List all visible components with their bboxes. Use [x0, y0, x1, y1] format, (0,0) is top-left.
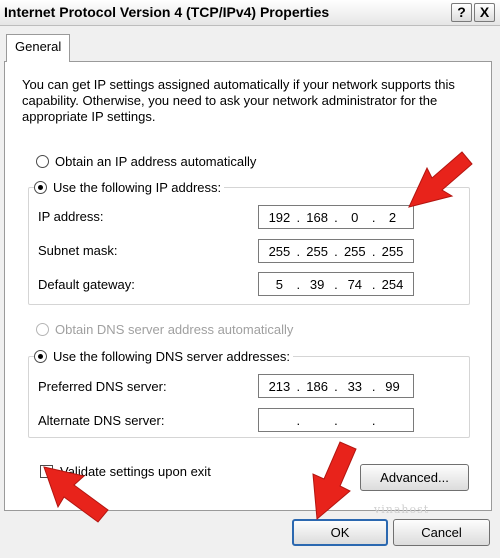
- window-title: Internet Protocol Version 4 (TCP/IPv4) P…: [4, 4, 330, 20]
- radio-row-ip-manual[interactable]: Use the following IP address:: [34, 180, 225, 195]
- ok-button[interactable]: OK: [292, 519, 388, 546]
- radio-ip-manual[interactable]: [34, 181, 47, 194]
- radio-row-ip-auto[interactable]: Obtain an IP address automatically: [36, 154, 256, 169]
- advanced-button[interactable]: Advanced...: [360, 464, 469, 491]
- subnet-octet-2: 255: [306, 243, 328, 259]
- watermark-logo: vinahost: [374, 503, 430, 516]
- ip-address-label: IP address:: [38, 209, 104, 224]
- radio-dns-manual-label: Use the following DNS server addresses:: [53, 349, 290, 364]
- tab-general[interactable]: General: [6, 34, 70, 62]
- intro-text: You can get IP settings assigned automat…: [22, 77, 455, 124]
- help-button[interactable]: ?: [451, 3, 472, 22]
- pref-dns-octet-2: 186: [306, 378, 328, 394]
- radio-dns-auto-label: Obtain DNS server address automatically: [55, 322, 294, 337]
- radio-row-dns-manual[interactable]: Use the following DNS server addresses:: [34, 349, 293, 364]
- radio-dns-auto[interactable]: [36, 323, 49, 336]
- gateway-octet-2: 39: [309, 276, 325, 292]
- pref-dns-octet-4: 99: [385, 378, 400, 394]
- pref-dns-octet-3: 33: [347, 378, 363, 394]
- ip-octet-3: 0: [351, 209, 359, 225]
- preferred-dns-label: Preferred DNS server:: [38, 379, 167, 394]
- default-gateway-label: Default gateway:: [38, 277, 135, 292]
- radio-dns-manual[interactable]: [34, 350, 47, 363]
- ip-octet-4: 2: [388, 209, 397, 225]
- title-bar: Internet Protocol Version 4 (TCP/IPv4) P…: [0, 0, 500, 26]
- close-button[interactable]: X: [474, 3, 495, 22]
- alternate-dns-label: Alternate DNS server:: [38, 413, 165, 428]
- validate-label: Validate settings upon exit: [60, 464, 211, 479]
- radio-ip-auto[interactable]: [36, 155, 49, 168]
- gateway-octet-3: 74: [347, 276, 363, 292]
- validate-checkbox[interactable]: [40, 465, 53, 478]
- alternate-dns-input[interactable]: . . .: [258, 408, 414, 432]
- gateway-octet-4: 254: [381, 276, 404, 292]
- ip-octet-1: 192: [268, 209, 291, 225]
- preferred-dns-input[interactable]: 213. 186. 33. 99: [258, 374, 414, 398]
- radio-ip-auto-label: Obtain an IP address automatically: [55, 154, 257, 169]
- ip-address-input[interactable]: 192. 168. 0. 2: [258, 205, 414, 229]
- subnet-mask-input[interactable]: 255. 255. 255. 255: [258, 239, 414, 263]
- cancel-button[interactable]: Cancel: [393, 519, 490, 546]
- radio-row-dns-auto[interactable]: Obtain DNS server address automatically: [36, 322, 293, 337]
- default-gateway-input[interactable]: 5. 39. 74. 254: [258, 272, 414, 296]
- ip-octet-2: 168: [306, 209, 328, 225]
- subnet-octet-1: 255: [268, 243, 291, 259]
- gateway-octet-1: 5: [275, 276, 284, 292]
- subnet-octet-4: 255: [381, 243, 404, 259]
- pref-dns-octet-1: 213: [268, 378, 291, 394]
- subnet-mask-label: Subnet mask:: [38, 243, 118, 258]
- subnet-octet-3: 255: [343, 243, 366, 259]
- radio-ip-manual-label: Use the following IP address:: [53, 180, 222, 195]
